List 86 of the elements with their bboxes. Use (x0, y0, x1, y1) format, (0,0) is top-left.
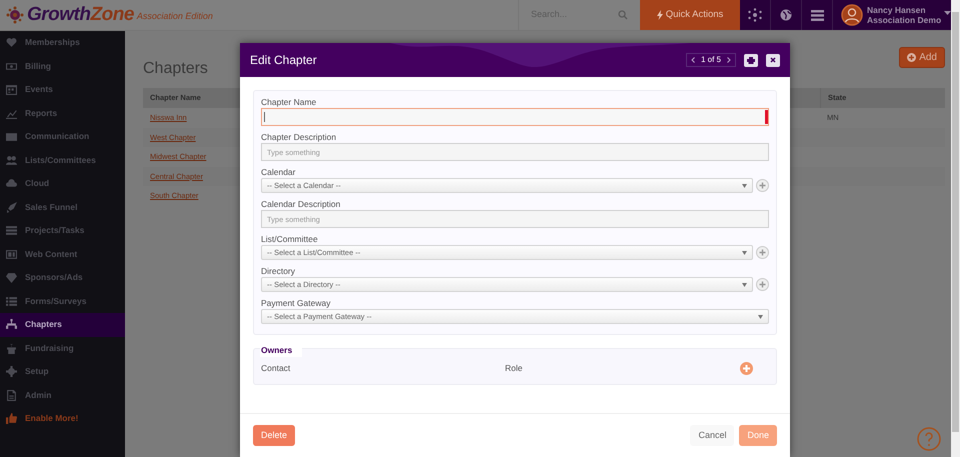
sidebar-item[interactable]: Sales Funnel (0, 196, 125, 219)
add-button[interactable]: Add (899, 46, 945, 68)
sidebar-item-icon (6, 342, 17, 354)
sidebar-item-icon (6, 272, 17, 284)
scrollbar[interactable] (952, 12, 959, 432)
sidebar-item[interactable]: Enable More! (0, 407, 125, 430)
sidebar-item-icon (6, 319, 17, 330)
search-icon (618, 10, 628, 20)
sidebar-item[interactable]: Reports (0, 102, 125, 125)
printer-icon (747, 56, 755, 64)
owners-title: Owners (260, 344, 302, 357)
sidebar-item[interactable]: Fundraising (0, 336, 125, 360)
sidebar-item-icon (6, 178, 17, 190)
field-label: Chapter Description (261, 132, 338, 143)
quick-actions-button[interactable]: Quick Actions (640, 0, 740, 30)
dialog-title: Edit Chapter (250, 52, 317, 69)
page-title: Chapters (143, 58, 208, 78)
dropdown-arrow-icon (742, 282, 747, 286)
menu-button[interactable] (802, 0, 833, 30)
pager-label: 1 of 5 (700, 54, 721, 66)
dropdown-arrow-icon (742, 184, 747, 188)
cancel-button[interactable]: Cancel (690, 425, 734, 446)
sidebar-item[interactable]: Projects/Tasks (0, 219, 125, 242)
edition-label: Association Edition (136, 10, 213, 24)
next-icon[interactable] (727, 57, 731, 63)
sidebar-item[interactable]: Sponsors/Ads (0, 266, 125, 290)
logo: GrowthZone (27, 2, 134, 27)
sidebar-item-icon (6, 108, 17, 119)
sidebar-item[interactable]: Chapters (0, 313, 125, 336)
sidebar-item[interactable]: Billing (0, 54, 125, 78)
sidebar-item-icon (6, 366, 17, 378)
user-name: Nancy Hansen (867, 5, 927, 15)
menu-icon (810, 10, 824, 20)
plus-circle-icon (907, 52, 916, 62)
sidebar-item[interactable]: Admin (0, 384, 125, 407)
add-icon[interactable] (756, 179, 769, 192)
print-button[interactable] (744, 54, 758, 66)
field-label: Chapter Name (261, 97, 318, 108)
done-button[interactable]: Done (739, 425, 777, 446)
field-label: Calendar Description (261, 199, 342, 210)
field-label: Directory (261, 266, 296, 277)
sidebar-item[interactable]: Setup (0, 360, 125, 384)
caret-icon (944, 11, 951, 16)
sidebar-item[interactable]: Memberships (0, 31, 125, 54)
column-header: Role (505, 362, 522, 375)
user-menu[interactable]: Nancy Hansen Association Demo (833, 0, 951, 30)
required-marker (765, 110, 768, 124)
sidebar-item-icon (6, 296, 17, 307)
field-label: List/Committee (261, 234, 319, 245)
text-cursor (264, 112, 265, 122)
sidebar-item-icon (6, 60, 17, 72)
sidebar-item-icon (6, 84, 17, 96)
sidebar-item-icon (6, 131, 17, 142)
text-field[interactable] (261, 108, 769, 126)
network-button[interactable] (740, 0, 771, 30)
field-label: Calendar (261, 167, 296, 178)
globe-button[interactable] (771, 0, 802, 30)
dropdown-arrow-icon (742, 250, 747, 254)
sidebar-item[interactable]: Events (0, 78, 125, 102)
add-icon[interactable] (756, 278, 769, 291)
sidebar-item-icon (6, 154, 17, 166)
sidebar-item-icon (6, 37, 17, 48)
column-header: Contact (261, 362, 292, 375)
field-label: Payment Gateway (261, 298, 332, 309)
avatar-icon (841, 4, 863, 26)
sidebar-item-icon (6, 225, 17, 236)
dropdown-arrow-icon (758, 314, 763, 318)
close-icon (770, 57, 776, 63)
close-button[interactable] (766, 54, 780, 66)
network-icon (748, 8, 762, 22)
sidebar-item[interactable]: Communication (0, 125, 125, 148)
lightning-icon (656, 10, 663, 20)
sidebar-item-icon (6, 202, 17, 213)
sidebar-item-icon (6, 248, 17, 260)
sidebar-item[interactable]: Forms/Surveys (0, 290, 125, 313)
sidebar-item[interactable]: Cloud (0, 172, 125, 196)
logo-icon (6, 6, 24, 24)
sidebar-item-icon (6, 390, 17, 401)
user-organization: Association Demo (867, 15, 942, 25)
sidebar-item[interactable]: Lists/Committees (0, 148, 125, 172)
previous-icon[interactable] (690, 57, 695, 63)
sidebar-item[interactable]: Web Content (0, 242, 125, 266)
add-icon[interactable] (756, 246, 769, 259)
globe-icon (780, 9, 792, 21)
sidebar-item-icon (6, 413, 17, 424)
delete-button[interactable]: Delete (253, 425, 296, 446)
